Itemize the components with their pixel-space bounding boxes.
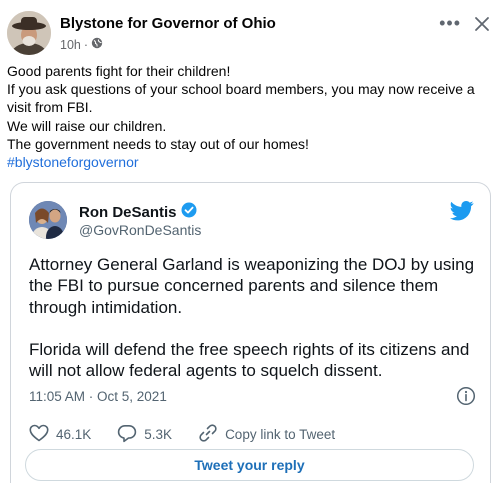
- tweet-author-name[interactable]: Ron DeSantis: [79, 202, 197, 222]
- tweet-paragraph: Attorney General Garland is weaponizing …: [29, 255, 475, 317]
- tweet-reply-button[interactable]: Tweet your reply: [25, 449, 474, 481]
- embedded-tweet[interactable]: Ron DeSantis @GovRonDeSantis Attorney Ge…: [10, 182, 491, 483]
- like-action[interactable]: 46.1K: [29, 424, 91, 445]
- twitter-bird-icon[interactable]: [450, 201, 474, 221]
- heart-icon: [29, 424, 49, 445]
- post-header: Blystone for Governor of Ohio 10h · •••: [7, 9, 493, 57]
- like-count: 46.1K: [56, 427, 92, 442]
- copy-link-label: Copy link to Tweet: [225, 427, 336, 442]
- author-name[interactable]: Blystone for Governor of Ohio: [60, 15, 276, 32]
- author-avatar[interactable]: [7, 11, 51, 55]
- post-line: The government needs to stay out of our …: [7, 135, 309, 152]
- post-line: Good parents fight for their children!: [7, 63, 231, 79]
- copy-link-action[interactable]: Copy link to Tweet: [198, 423, 335, 446]
- reply-action[interactable]: 5.3K: [117, 424, 172, 446]
- post-time[interactable]: 10h: [60, 38, 81, 52]
- reply-icon: [117, 424, 137, 446]
- verified-badge-icon: [181, 202, 197, 222]
- tweet-text: Attorney General Garland is weaponizing …: [29, 254, 479, 381]
- post-body: Good parents fight for their children! I…: [7, 62, 495, 171]
- info-icon[interactable]: [456, 386, 476, 406]
- post-line: If you ask questions of your school boar…: [7, 81, 475, 116]
- tweet-name-text: Ron DeSantis: [79, 203, 177, 221]
- post-line: We will raise our children.: [7, 117, 167, 134]
- tweet-handle[interactable]: @GovRonDeSantis: [79, 222, 201, 238]
- post-meta: 10h ·: [60, 37, 103, 52]
- tweet-paragraph: Florida will defend the free speech righ…: [29, 339, 470, 381]
- tweet-timestamp[interactable]: 11:05 AM · Oct 5, 2021: [29, 389, 167, 404]
- more-icon[interactable]: •••: [439, 13, 461, 34]
- hashtag-link[interactable]: #blystoneforgovernor: [7, 153, 495, 171]
- tweet-actions: 46.1K 5.3K Copy link to Tweet: [29, 423, 361, 446]
- tweet-avatar[interactable]: [29, 201, 67, 239]
- meta-separator: ·: [83, 37, 89, 52]
- globe-icon: [91, 37, 103, 52]
- link-icon: [198, 423, 218, 446]
- reply-count: 5.3K: [144, 427, 173, 442]
- close-icon[interactable]: [473, 15, 491, 33]
